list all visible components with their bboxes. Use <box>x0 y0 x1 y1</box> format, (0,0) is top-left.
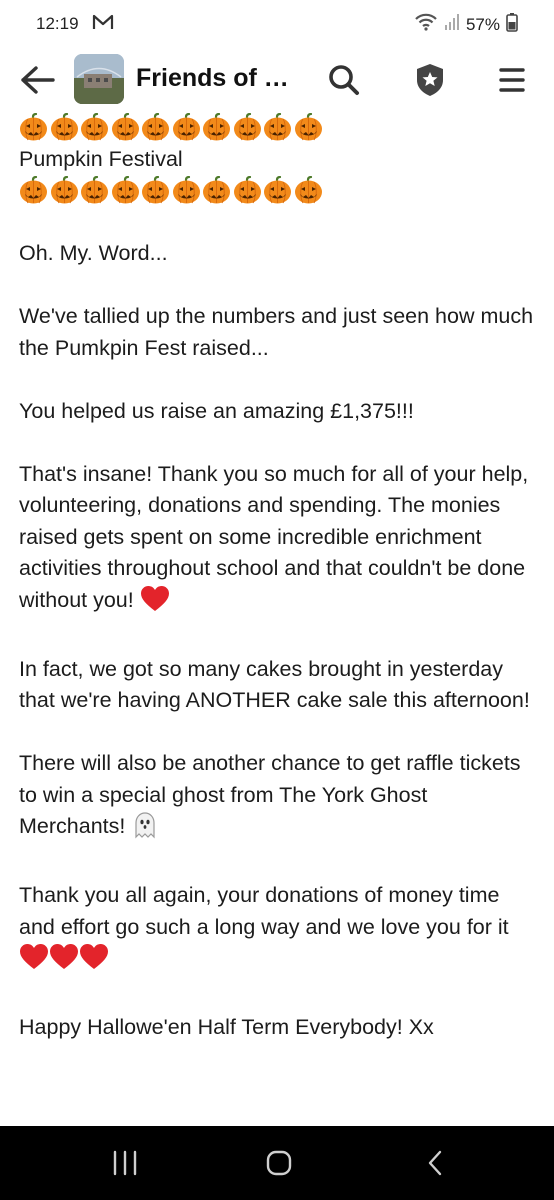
jack-o-lantern-icon <box>294 113 323 142</box>
jack-o-lantern-icon <box>111 113 140 142</box>
group-avatar[interactable] <box>74 54 124 104</box>
post-paragraph-6-text: There will also be another chance to get… <box>19 751 521 838</box>
heart-icon <box>80 944 108 969</box>
post-paragraph-7: Thank you all again, your donations of m… <box>19 880 539 981</box>
heart-icon <box>50 944 78 969</box>
jack-o-lantern-icon <box>80 113 109 142</box>
status-bar: 12:19 57% <box>0 0 554 48</box>
post-body: Pumpkin Festival Oh. My. Word... We've t… <box>19 112 539 1126</box>
jack-o-lantern-icon <box>233 113 262 142</box>
post-paragraph-8: Happy Hallowe'en Half Term Everybody! Xx <box>19 1015 434 1039</box>
status-indicators: 57% <box>414 12 518 37</box>
heart-icon <box>20 944 48 969</box>
battery-icon <box>506 12 518 37</box>
system-nav-bar <box>0 1126 554 1200</box>
admin-badge-icon <box>417 64 443 96</box>
wifi-icon <box>414 12 438 37</box>
jack-o-lantern-icon <box>233 176 262 205</box>
jack-o-lantern-icon <box>202 113 231 142</box>
recent-apps-icon <box>113 1150 137 1176</box>
signal-icon <box>444 12 460 37</box>
group-title[interactable]: Friends of K… <box>136 64 301 93</box>
post-paragraph-6: There will also be another chance to get… <box>19 748 539 849</box>
mail-icon <box>92 12 114 37</box>
jack-o-lantern-icon <box>141 113 170 142</box>
hearts-group <box>19 943 109 981</box>
home-button[interactable] <box>259 1148 299 1178</box>
jack-o-lantern-icon <box>202 176 231 205</box>
jack-o-lantern-icon <box>50 113 79 142</box>
jack-o-lantern-icon <box>263 176 292 205</box>
status-time: 12:19 <box>36 14 79 33</box>
jack-o-lantern-icon <box>50 176 79 205</box>
battery-percent: 57% <box>465 14 500 34</box>
hamburger-menu-icon <box>499 68 525 92</box>
jack-o-lantern-icon <box>141 176 170 205</box>
system-back-button[interactable] <box>416 1148 456 1178</box>
post-paragraph-2: We've tallied up the numbers and just se… <box>19 304 534 360</box>
search-icon <box>329 65 359 95</box>
jack-o-lantern-icon <box>80 176 109 205</box>
pumpkin-row-top <box>19 112 539 144</box>
post-paragraph-4-text: That's insane! Thank you so much for all… <box>19 461 529 612</box>
back-button[interactable] <box>18 62 58 98</box>
admin-badge-button[interactable] <box>410 60 450 100</box>
back-chevron-icon <box>428 1150 442 1176</box>
back-arrow-icon <box>21 66 55 94</box>
jack-o-lantern-icon <box>172 113 201 142</box>
jack-o-lantern-icon <box>263 113 292 142</box>
menu-button[interactable] <box>492 60 532 100</box>
pumpkin-row-bottom <box>19 175 539 207</box>
jack-o-lantern-icon <box>294 176 323 205</box>
search-button[interactable] <box>324 60 364 100</box>
post-heading: Pumpkin Festival <box>19 146 183 171</box>
jack-o-lantern-icon <box>19 176 48 205</box>
post-paragraph-4: That's insane! Thank you so much for all… <box>19 459 539 623</box>
post-paragraph-7-text: Thank you all again, your donations of m… <box>19 883 509 939</box>
jack-o-lantern-icon <box>172 176 201 205</box>
post-paragraph-5: In fact, we got so many cakes brought in… <box>19 656 530 713</box>
app-header: Friends of K… <box>0 48 554 112</box>
ghost-icon <box>131 811 159 849</box>
recent-apps-button[interactable] <box>105 1148 145 1178</box>
jack-o-lantern-icon <box>19 113 48 142</box>
post-paragraph-3: You helped us raise an amazing £1,375!!! <box>19 398 414 423</box>
heart-icon <box>140 585 170 623</box>
home-icon <box>266 1150 292 1176</box>
post-paragraph-1: Oh. My. Word... <box>19 241 168 265</box>
jack-o-lantern-icon <box>111 176 140 205</box>
